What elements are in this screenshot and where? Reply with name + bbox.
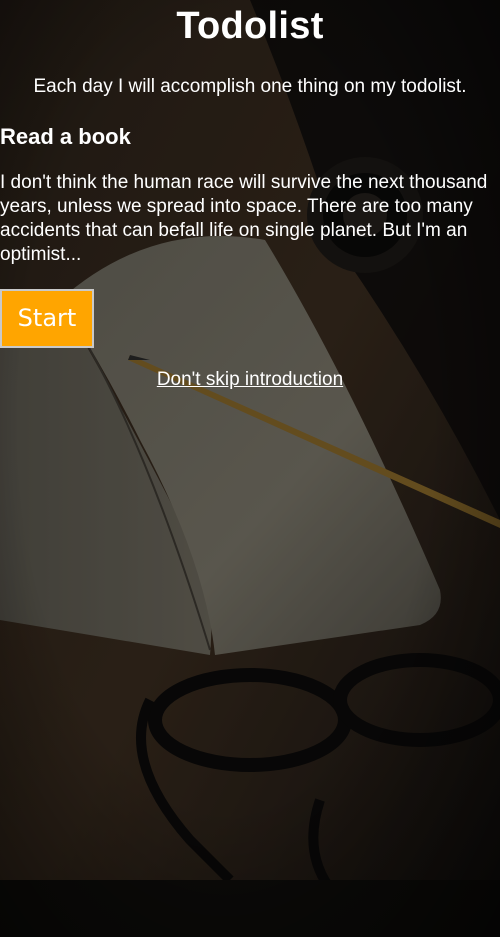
page-title: Todolist <box>176 5 324 47</box>
skip-introduction-link[interactable]: Don't skip introduction <box>0 368 500 392</box>
start-button[interactable]: Start <box>0 289 94 348</box>
task-description: I don't think the human race will surviv… <box>0 172 488 265</box>
page-subtitle: Each day I will accomplish one thing on … <box>33 76 467 97</box>
task-title: Read a book <box>0 124 131 149</box>
intro-panel: Todolist Each day I will accomplish one … <box>0 0 500 392</box>
